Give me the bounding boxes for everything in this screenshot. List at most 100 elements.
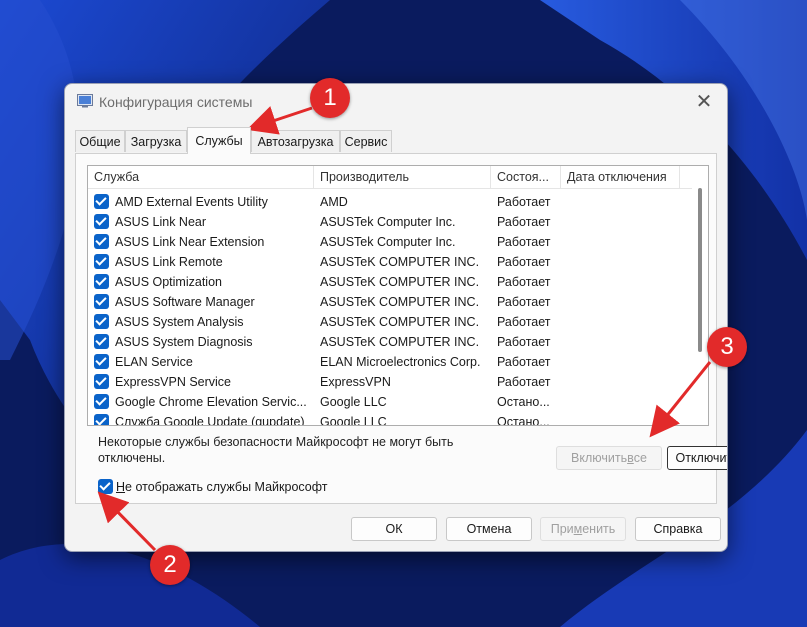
- services-list[interactable]: Служба Производитель Состоя... Дата откл…: [87, 165, 709, 426]
- service-status: Работает: [497, 255, 551, 269]
- enable-all-button[interactable]: Включить в се: [556, 446, 662, 470]
- service-name: AMD External Events Utility: [115, 195, 268, 209]
- service-status: Работает: [497, 195, 551, 209]
- checkbox-checked-icon[interactable]: [94, 234, 109, 249]
- table-row[interactable]: Служба Google Update (gupdate) Google LL…: [88, 412, 692, 426]
- apply-accesskey: м: [573, 522, 583, 536]
- ok-button[interactable]: ОК: [351, 517, 437, 541]
- window-title: Конфигурация системы: [99, 94, 253, 110]
- service-status: Работает: [497, 355, 551, 369]
- scrollbar-thumb[interactable]: [698, 188, 702, 352]
- note-line-2: отключены.: [98, 451, 166, 465]
- hide-microsoft-services-label: Не отображать службы Майкрософт: [116, 479, 327, 495]
- tab-startup[interactable]: Автозагрузка: [251, 130, 340, 152]
- tab-general[interactable]: Общие: [75, 130, 125, 152]
- service-status: Остано...: [497, 395, 550, 409]
- service-name: ASUS Optimization: [115, 275, 222, 289]
- enable-all-accesskey: в: [627, 451, 634, 465]
- column-header-service[interactable]: Служба: [88, 166, 314, 188]
- checkbox-checked-icon[interactable]: [94, 354, 109, 369]
- callout-step-1: 1: [310, 78, 350, 118]
- service-manufacturer: ELAN Microelectronics Corp.: [320, 355, 481, 369]
- checkbox-checked-icon[interactable]: [98, 479, 113, 494]
- checkbox-checked-icon[interactable]: [94, 254, 109, 269]
- apply-label: При: [550, 522, 574, 536]
- help-button[interactable]: Справка: [635, 517, 721, 541]
- table-row[interactable]: ELAN Service ELAN Microelectronics Corp.…: [88, 352, 692, 372]
- service-status: Работает: [497, 375, 551, 389]
- table-row[interactable]: ASUS Link Near ASUSTek Computer Inc. Раб…: [88, 212, 692, 232]
- title-bar[interactable]: Конфигурация системы ✕: [65, 84, 727, 120]
- service-manufacturer: ASUSTeK COMPUTER INC.: [320, 295, 480, 309]
- checkbox-checked-icon[interactable]: [94, 414, 109, 425]
- security-services-note: Некоторые службы безопасности Майкрософт…: [98, 434, 488, 466]
- services-panel: Служба Производитель Состоя... Дата откл…: [75, 153, 727, 504]
- service-status: Работает: [497, 275, 551, 289]
- service-manufacturer: ExpressVPN: [320, 375, 391, 389]
- disable-all-button[interactable]: Отключить все: [667, 446, 727, 470]
- table-row[interactable]: AMD External Events Utility AMD Работает: [88, 192, 692, 212]
- tab-tools[interactable]: Сервис: [340, 130, 392, 152]
- callout-step-3: 3: [707, 327, 747, 367]
- service-manufacturer: ASUSTeK COMPUTER INC.: [320, 255, 480, 269]
- hide-ms-accesskey: Н: [116, 480, 126, 494]
- checkbox-checked-icon[interactable]: [94, 334, 109, 349]
- service-name: ASUS System Analysis: [115, 315, 244, 329]
- service-name: ASUS Link Near: [115, 215, 207, 229]
- service-name: ASUS System Diagnosis: [115, 335, 253, 349]
- checkbox-checked-icon[interactable]: [94, 214, 109, 229]
- system-configuration-dialog: Конфигурация системы ✕ Общие Загрузка Сл…: [64, 83, 728, 552]
- checkbox-checked-icon[interactable]: [94, 294, 109, 309]
- service-manufacturer: AMD: [320, 195, 348, 209]
- msconfig-icon: [77, 94, 93, 108]
- table-row[interactable]: ASUS System Diagnosis ASUSTeK COMPUTER I…: [88, 332, 692, 352]
- service-status: Работает: [497, 335, 551, 349]
- service-name: ELAN Service: [115, 355, 193, 369]
- service-manufacturer: ASUSTeK COMPUTER INC.: [320, 335, 480, 349]
- service-status: Работает: [497, 215, 551, 229]
- checkbox-checked-icon[interactable]: [94, 314, 109, 329]
- service-name: Google Chrome Elevation Servic...: [115, 395, 307, 409]
- service-name: ASUS Link Remote: [115, 255, 223, 269]
- table-row[interactable]: ASUS Optimization ASUSTeK COMPUTER INC. …: [88, 272, 692, 292]
- checkbox-checked-icon[interactable]: [94, 394, 109, 409]
- note-line-1: Некоторые службы безопасности Майкрософт…: [98, 435, 454, 449]
- enable-all-label-rest: се: [633, 451, 647, 465]
- tab-boot[interactable]: Загрузка: [125, 130, 187, 152]
- service-manufacturer: Google LLC: [320, 415, 387, 426]
- tab-services[interactable]: Службы: [187, 127, 251, 154]
- service-name: ASUS Software Manager: [115, 295, 255, 309]
- service-status: Работает: [497, 235, 551, 249]
- service-status: Остано...: [497, 415, 550, 426]
- enable-all-label: Включить: [571, 451, 628, 465]
- checkbox-checked-icon[interactable]: [94, 374, 109, 389]
- checkbox-checked-icon[interactable]: [94, 194, 109, 209]
- service-status: Работает: [497, 315, 551, 329]
- service-manufacturer: ASUSTek Computer Inc.: [320, 215, 456, 229]
- service-name: ExpressVPN Service: [115, 375, 232, 389]
- table-row[interactable]: ASUS Link Remote ASUSTeK COMPUTER INC. Р…: [88, 252, 692, 272]
- table-row[interactable]: ASUS Software Manager ASUSTeK COMPUTER I…: [88, 292, 692, 312]
- cancel-button[interactable]: Отмена: [446, 517, 532, 541]
- table-row[interactable]: ExpressVPN Service ExpressVPN Работает: [88, 372, 692, 392]
- column-header-disable-date[interactable]: Дата отключения: [561, 166, 680, 188]
- service-manufacturer: Google LLC: [320, 395, 387, 409]
- close-icon[interactable]: ✕: [689, 90, 719, 114]
- vertical-scrollbar[interactable]: [692, 166, 708, 425]
- services-table-header: Служба Производитель Состоя... Дата откл…: [88, 166, 692, 189]
- service-name: Служба Google Update (gupdate): [115, 415, 305, 426]
- checkbox-checked-icon[interactable]: [94, 274, 109, 289]
- service-manufacturer: ASUSTek Computer Inc.: [320, 235, 456, 249]
- column-header-manufacturer[interactable]: Производитель: [314, 166, 491, 188]
- column-header-status[interactable]: Состоя...: [491, 166, 561, 188]
- table-row[interactable]: ASUS System Analysis ASUSTeK COMPUTER IN…: [88, 312, 692, 332]
- table-row[interactable]: ASUS Link Near Extension ASUSTek Compute…: [88, 232, 692, 252]
- table-row[interactable]: Google Chrome Elevation Servic... Google…: [88, 392, 692, 412]
- service-manufacturer: ASUSTeK COMPUTER INC.: [320, 315, 480, 329]
- dialog-button-bar: ОК Отмена При м енить Справка: [65, 504, 727, 551]
- disable-all-label: Отключить: [675, 451, 727, 465]
- callout-step-2: 2: [150, 545, 190, 585]
- apply-button[interactable]: При м енить: [540, 517, 626, 541]
- service-name: ASUS Link Near Extension: [115, 235, 265, 249]
- service-status: Работает: [497, 295, 551, 309]
